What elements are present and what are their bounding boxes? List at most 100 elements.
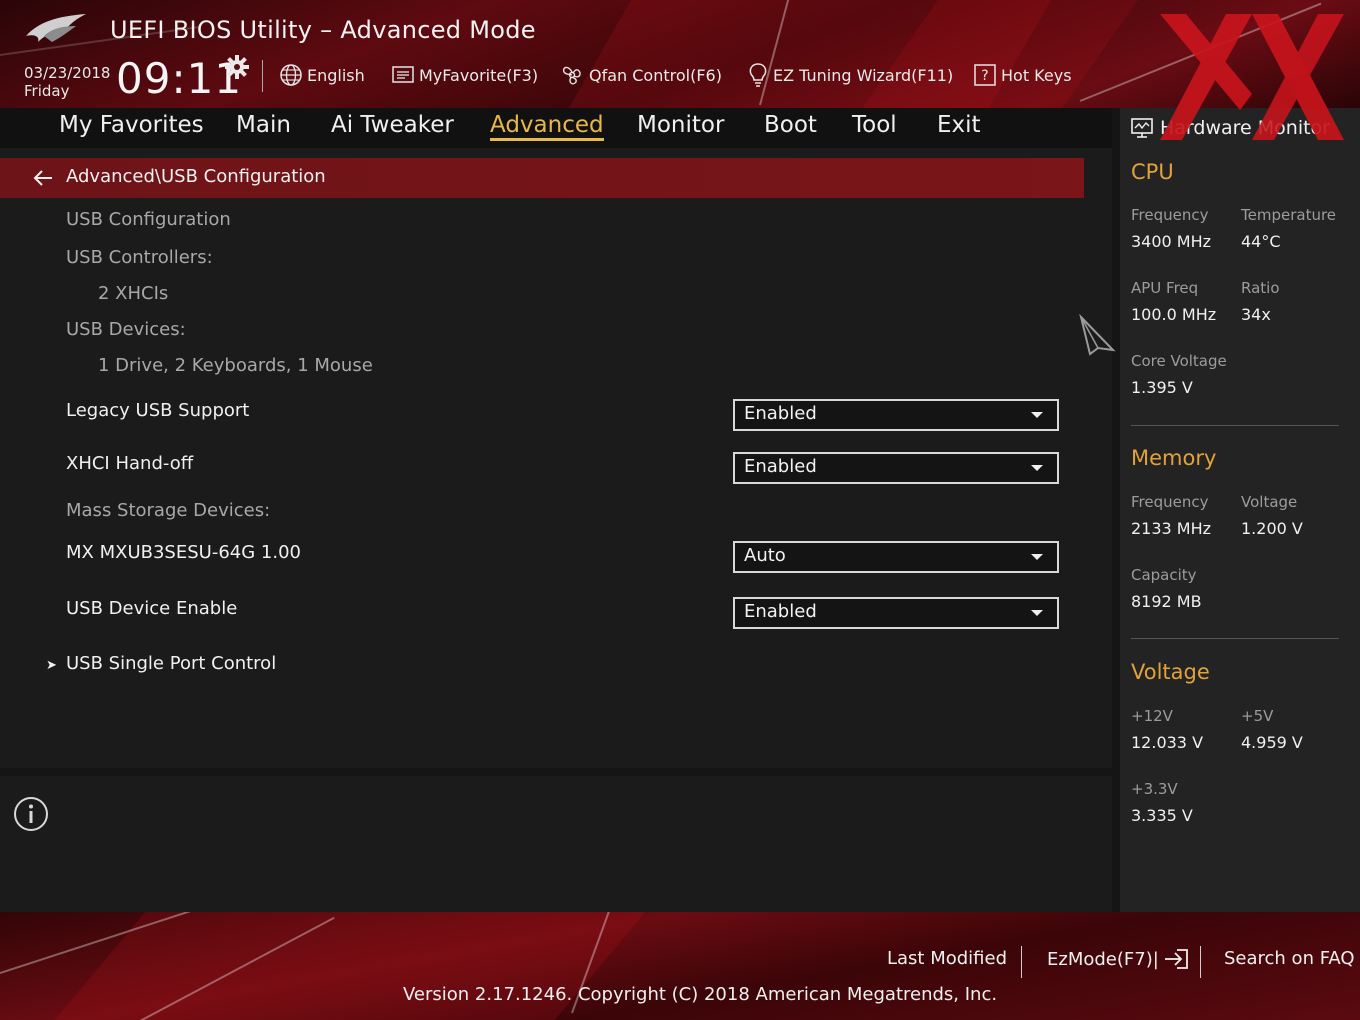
voltage-heading: Voltage (1131, 660, 1210, 684)
header-bar: UEFI BIOS Utility – Advanced Mode 03/23/… (0, 0, 1360, 108)
core-voltage-value: 1.395 V (1131, 378, 1193, 397)
v12-value: 12.033 V (1131, 733, 1204, 752)
qfan-button[interactable]: Qfan Control(F6) (559, 62, 722, 88)
cpu-temperature-label: Temperature (1241, 206, 1337, 224)
tab-main[interactable]: Main (236, 112, 291, 138)
usb-controllers-label: USB Controllers: (66, 247, 213, 268)
help-info-panel (0, 776, 1112, 912)
tab-boot[interactable]: Boot (764, 112, 817, 138)
mass-storage-device-label[interactable]: MX MXUB3SESU-64G 1.00 (66, 542, 301, 563)
v5-label: +5V (1241, 707, 1274, 725)
cpu-temperature-value: 44°C (1241, 232, 1281, 251)
tab-advanced[interactable]: Advanced (490, 112, 604, 141)
usb-device-enable-value: Enabled (744, 601, 817, 622)
mass-storage-label: Mass Storage Devices: (66, 500, 271, 521)
help-icon: ? (974, 64, 996, 86)
chevron-down-icon (1031, 554, 1043, 560)
chevron-down-icon (1031, 610, 1043, 616)
footer-divider (1200, 946, 1201, 978)
xhci-handoff-value: Enabled (744, 456, 817, 477)
usb-device-enable-label[interactable]: USB Device Enable (66, 598, 237, 619)
tab-monitor[interactable]: Monitor (637, 112, 724, 138)
mass-storage-device-select[interactable]: Auto (733, 541, 1059, 573)
xx-watermark-logo (1160, 14, 1344, 140)
usb-devices-value: 1 Drive, 2 Keyboards, 1 Mouse (98, 355, 373, 376)
cpu-heading: CPU (1131, 160, 1174, 184)
memory-frequency-label: Frequency (1131, 493, 1209, 511)
v33-label: +3.3V (1131, 780, 1178, 798)
ezmode-exit-icon (1164, 949, 1188, 969)
tab-tool[interactable]: Tool (852, 112, 897, 138)
usb-configuration-heading: USB Configuration (66, 209, 231, 230)
legacy-usb-support-select[interactable]: Enabled (733, 399, 1059, 431)
legacy-usb-support-value: Enabled (744, 403, 817, 424)
apu-freq-value: 100.0 MHz (1131, 305, 1217, 324)
cpu-frequency-label: Frequency (1131, 206, 1209, 224)
lightbulb-icon (749, 63, 767, 87)
last-modified-button[interactable]: Last Modified (887, 948, 1007, 969)
ezmode-button[interactable]: EzMode(F7)| (1047, 948, 1189, 970)
memory-heading: Memory (1131, 446, 1217, 470)
memory-voltage-value: 1.200 V (1241, 519, 1303, 538)
core-voltage-label: Core Voltage (1131, 352, 1227, 370)
tab-exit[interactable]: Exit (937, 112, 981, 138)
myfavorite-button[interactable]: MyFavorite(F3) (391, 62, 538, 88)
footer-bar: Last Modified EzMode(F7)| Search on FAQ … (0, 912, 1360, 1020)
apu-freq-label: APU Freq (1131, 279, 1199, 297)
submenu-arrow-icon: ➤ (46, 658, 57, 673)
v12-label: +12V (1131, 707, 1173, 725)
app-title: UEFI BIOS Utility – Advanced Mode (110, 16, 536, 44)
main-tab-bar: My Favorites Main Ai Tweaker Advanced Mo… (0, 108, 1112, 148)
tab-ai-tweaker[interactable]: Ai Tweaker (331, 112, 454, 138)
hot-keys-label: Hot Keys (1001, 65, 1072, 85)
cpu-frequency-value: 3400 MHz (1131, 232, 1212, 251)
header-divider (262, 60, 263, 92)
chevron-down-icon (1031, 465, 1043, 471)
hardware-monitor-panel: Hardware Monitor CPU Frequency Temperatu… (1120, 108, 1360, 912)
usb-single-port-control-link[interactable]: USB Single Port Control (66, 653, 276, 674)
language-label: English (307, 65, 365, 85)
myfavorite-label: MyFavorite(F3) (419, 65, 539, 85)
back-arrow-icon[interactable] (32, 168, 54, 188)
favorites-icon (392, 66, 414, 83)
chevron-down-icon (1031, 412, 1043, 418)
v33-value: 3.335 V (1131, 806, 1193, 825)
language-button[interactable]: English (279, 62, 365, 88)
qfan-label: Qfan Control(F6) (589, 65, 722, 85)
usb-device-enable-select[interactable]: Enabled (733, 597, 1059, 629)
ez-tuning-label: EZ Tuning Wizard(F11) (773, 65, 954, 85)
memory-capacity-label: Capacity (1131, 566, 1197, 584)
svg-text:?: ? (981, 68, 988, 84)
settings-panel: Advanced\USB Configuration USB Configura… (0, 148, 1112, 768)
tab-my-favorites[interactable]: My Favorites (59, 112, 204, 138)
xhci-handoff-label[interactable]: XHCI Hand-off (66, 453, 193, 474)
section-divider (1131, 425, 1339, 426)
breadcrumb[interactable]: Advanced\USB Configuration (0, 158, 1084, 198)
xhci-handoff-select[interactable]: Enabled (733, 452, 1059, 484)
hot-keys-button[interactable]: ? Hot Keys (973, 62, 1072, 88)
ez-tuning-button[interactable]: EZ Tuning Wizard(F11) (747, 62, 953, 88)
breadcrumb-path: Advanced\USB Configuration (66, 166, 326, 187)
mass-storage-device-value: Auto (744, 545, 786, 566)
legacy-usb-support-label[interactable]: Legacy USB Support (66, 400, 249, 421)
info-icon (14, 797, 48, 831)
ratio-value: 34x (1241, 305, 1271, 324)
weekday-display: Friday (24, 82, 70, 100)
mouse-cursor-icon (1079, 314, 1116, 356)
ezmode-label: EzMode(F7)| (1047, 948, 1159, 970)
memory-capacity-value: 8192 MB (1131, 592, 1202, 611)
memory-voltage-label: Voltage (1241, 493, 1298, 511)
v5-value: 4.959 V (1241, 733, 1303, 752)
fan-icon (562, 66, 581, 85)
monitor-icon (1131, 118, 1153, 138)
footer-divider (1021, 946, 1022, 978)
memory-frequency-value: 2133 MHz (1131, 519, 1212, 538)
search-faq-button[interactable]: Search on FAQ (1224, 948, 1355, 969)
gear-icon[interactable] (224, 54, 250, 80)
section-divider (1131, 638, 1339, 639)
globe-icon (280, 64, 302, 86)
usb-devices-label: USB Devices: (66, 319, 186, 340)
date-display: 03/23/2018 (24, 64, 111, 82)
usb-controllers-value: 2 XHCIs (98, 283, 169, 304)
rog-logo (26, 14, 86, 42)
